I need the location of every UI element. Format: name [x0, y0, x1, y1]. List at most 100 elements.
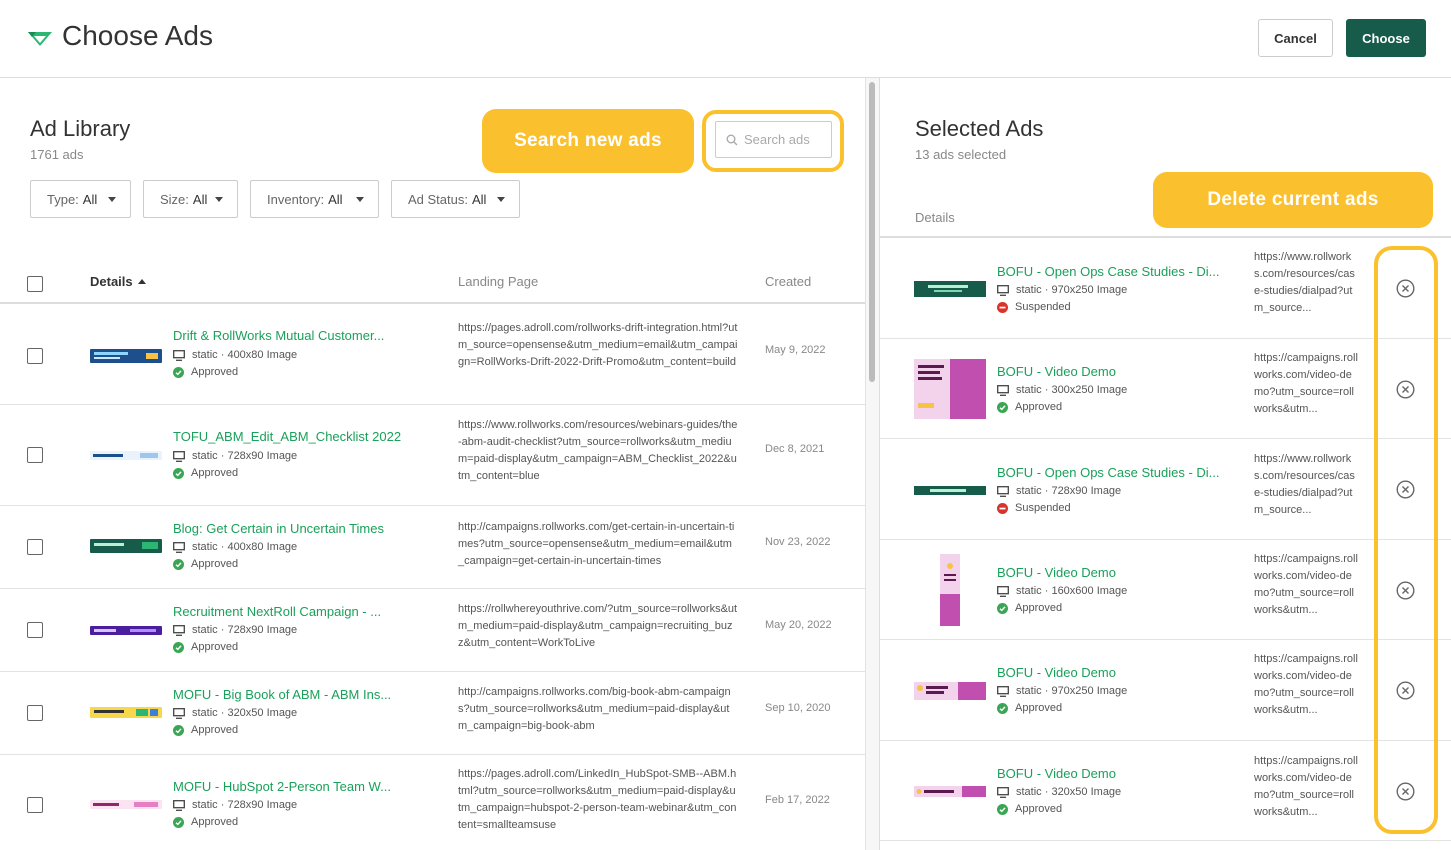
selected-ad-name-link[interactable]: BOFU - Video Demo: [997, 565, 1116, 580]
ad-format: static · 160x600 Image: [1016, 585, 1128, 597]
ad-name-link[interactable]: Blog: Get Certain in Uncertain Times: [173, 521, 384, 536]
selected-ad-name-link[interactable]: BOFU - Video Demo: [997, 665, 1116, 680]
monitor-icon: [173, 450, 185, 462]
selected-ad-name-link[interactable]: BOFU - Open Ops Case Studies - Di...: [997, 264, 1220, 279]
selected-row: BOFU - Video Demo static · 970x250 Image…: [880, 640, 1451, 741]
ad-format: static · 320x50 Image: [192, 707, 298, 719]
library-scrollbar[interactable]: [866, 78, 880, 850]
check-circle-icon: [997, 702, 1008, 714]
ad-thumbnail: [914, 359, 986, 419]
suspended-icon: [997, 502, 1008, 514]
selected-row: BOFU - Video Demo static · 320x50 Image …: [880, 741, 1451, 841]
search-placeholder: Search ads: [744, 132, 810, 147]
selected-row: BOFU - Video Demo static · 300x250 Image…: [880, 339, 1451, 439]
table-row[interactable]: MOFU - HubSpot 2-Person Team W... static…: [0, 755, 865, 850]
cancel-button[interactable]: Cancel: [1258, 19, 1333, 57]
monitor-icon: [997, 384, 1009, 396]
filter-size[interactable]: Size: All: [143, 180, 238, 218]
ad-name-link[interactable]: MOFU - Big Book of ABM - ABM Ins...: [173, 687, 391, 702]
landing-page-url: https://www.rollworks.com/resources/case…: [1254, 453, 1355, 516]
search-input[interactable]: Search ads: [715, 121, 832, 158]
ad-format: static · 728x90 Image: [192, 799, 298, 811]
column-landing-page: Landing Page: [458, 274, 539, 289]
column-details-label: Details: [90, 274, 133, 289]
column-created: Created: [765, 274, 812, 289]
check-circle-icon: [997, 401, 1008, 413]
ad-status: Approved: [191, 558, 239, 570]
filter-type-value: All: [82, 191, 98, 207]
column-details[interactable]: Details: [90, 274, 146, 289]
ad-thumbnail: [90, 349, 162, 363]
row-checkbox[interactable]: [27, 447, 43, 463]
ad-format: static · 970x250 Image: [1016, 685, 1128, 697]
delete-highlight-ring: [1374, 246, 1438, 834]
filter-inventory[interactable]: Inventory: All: [250, 180, 379, 218]
ad-status: Approved: [191, 467, 239, 479]
ad-thumbnail: [914, 786, 986, 797]
row-checkbox[interactable]: [27, 705, 43, 721]
filter-inventory-label: Inventory:: [267, 191, 325, 207]
page-title: Choose Ads: [62, 20, 213, 51]
header: Choose Ads Cancel Choose: [0, 0, 1451, 78]
table-header: Details Landing Page Created: [0, 268, 865, 304]
selected-ads-count: 13 ads selected: [915, 147, 1007, 162]
table-row[interactable]: MOFU - Big Book of ABM - ABM Ins... stat…: [0, 672, 865, 755]
filter-ad-status-label: Ad Status:: [408, 191, 468, 207]
ad-format: static · 728x90 Image: [1016, 485, 1122, 497]
ad-status: Approved: [191, 724, 239, 736]
selected-ad-name-link[interactable]: BOFU - Video Demo: [997, 364, 1116, 379]
suspended-icon: [997, 301, 1008, 313]
ad-thumbnail: [914, 281, 986, 297]
ad-name-link[interactable]: TOFU_ABM_Edit_ABM_Checklist 2022: [173, 429, 401, 444]
created-date: May 9, 2022: [765, 344, 826, 356]
ad-name-link[interactable]: Recruitment NextRoll Campaign - ...: [173, 604, 381, 619]
monitor-icon: [173, 707, 185, 719]
created-date: May 20, 2022: [765, 619, 832, 631]
created-date: Nov 23, 2022: [765, 536, 831, 548]
check-circle-icon: [173, 558, 184, 570]
filter-size-value: All: [192, 191, 208, 207]
ad-status: Suspended: [1015, 502, 1071, 514]
created-date: Sep 10, 2020: [765, 702, 831, 714]
check-circle-icon: [997, 602, 1008, 614]
row-checkbox[interactable]: [27, 622, 43, 638]
filter-type[interactable]: Type: All: [30, 180, 131, 218]
select-all-checkbox[interactable]: [27, 276, 43, 292]
filter-size-label: Size:: [160, 191, 189, 207]
ad-status: Approved: [1015, 803, 1063, 815]
selected-ad-name-link[interactable]: BOFU - Video Demo: [997, 766, 1116, 781]
table-row[interactable]: TOFU_ABM_Edit_ABM_Checklist 2022 static …: [0, 405, 865, 506]
scrollbar-thumb[interactable]: [869, 82, 875, 382]
ad-name-link[interactable]: Drift & RollWorks Mutual Customer...: [173, 328, 384, 343]
ad-format: static · 400x80 Image: [192, 541, 298, 553]
filter-inventory-value: All: [328, 191, 343, 207]
ad-library-title: Ad Library: [30, 116, 131, 141]
chevron-down-icon: [497, 197, 505, 202]
choose-button[interactable]: Choose: [1346, 19, 1426, 57]
filter-ad-status[interactable]: Ad Status: All: [391, 180, 520, 218]
row-checkbox[interactable]: [27, 539, 43, 555]
table-row[interactable]: Blog: Get Certain in Uncertain Times sta…: [0, 506, 865, 589]
row-checkbox[interactable]: [27, 348, 43, 364]
table-row[interactable]: Drift & RollWorks Mutual Customer... sta…: [0, 306, 865, 405]
row-checkbox[interactable]: [27, 797, 43, 813]
selected-ad-name-link[interactable]: BOFU - Open Ops Case Studies - Di...: [997, 465, 1220, 480]
ad-name-link[interactable]: MOFU - HubSpot 2-Person Team W...: [173, 779, 391, 794]
table-row[interactable]: Recruitment NextRoll Campaign - ... stat…: [0, 589, 865, 672]
ad-status: Suspended: [1015, 301, 1071, 313]
check-circle-icon: [173, 467, 184, 479]
monitor-icon: [997, 685, 1009, 697]
selected-ads-pane: Selected Ads 13 ads selected Delete curr…: [880, 78, 1451, 850]
ad-thumbnail: [90, 626, 162, 635]
monitor-icon: [173, 624, 185, 636]
ad-status: Approved: [1015, 401, 1063, 413]
chevron-down-icon: [215, 197, 223, 202]
landing-page-url: https://rollwhereyouthrive.com/?utm_sour…: [458, 603, 738, 649]
search-icon: [726, 134, 738, 145]
ad-format: static · 400x80 Image: [192, 349, 298, 361]
ad-library-count: 1761 ads: [30, 147, 84, 162]
monitor-icon: [173, 799, 185, 811]
ad-thumbnail: [940, 554, 960, 626]
ad-library-pane: Ad Library 1761 ads Search new ads Searc…: [0, 78, 866, 850]
ad-thumbnail: [914, 682, 986, 700]
